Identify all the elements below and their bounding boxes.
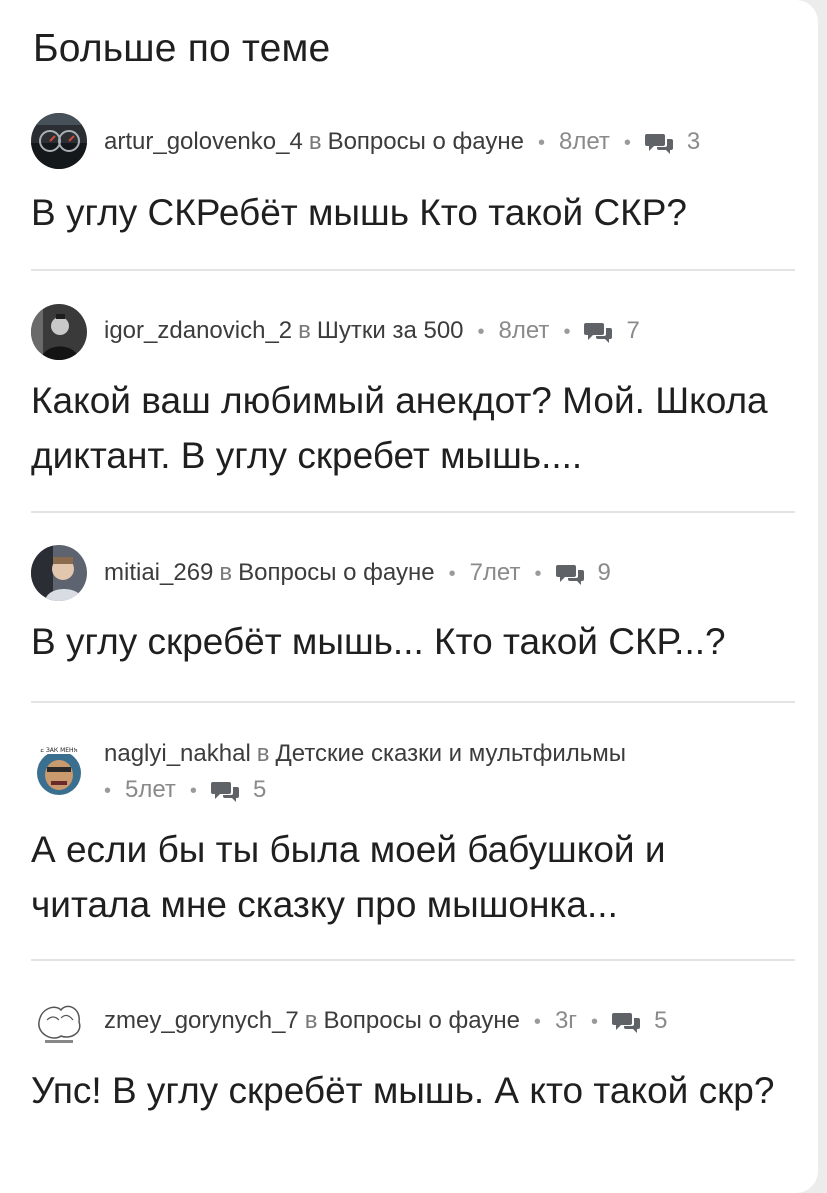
comments-icon	[210, 781, 239, 802]
comments-icon	[612, 1012, 641, 1033]
separator-dot: •	[533, 1011, 541, 1033]
username-link[interactable]: zmey_gorynych_7	[104, 1007, 299, 1034]
post-age: 8лет	[498, 317, 550, 344]
username-link[interactable]: naglyi_nakhal	[104, 740, 251, 767]
comments-icon	[584, 322, 613, 343]
topic-link[interactable]: Вопросы о фауне	[324, 1007, 520, 1034]
comments-icon	[555, 564, 584, 585]
comments-icon	[644, 133, 673, 154]
question-meta: zmey_gorynych_7 в Вопросы о фауне • 3г • 5	[104, 1003, 758, 1040]
question-title[interactable]: А если бы ты была моей бабушкой и читала…	[31, 822, 788, 932]
separator-dot: •	[448, 563, 456, 585]
separator-dot: •	[623, 132, 631, 154]
separator-dot: •	[534, 563, 542, 585]
topic-link[interactable]: Детские сказки и мультфильмы	[276, 740, 626, 767]
in-word: в	[298, 317, 311, 344]
divider	[31, 269, 795, 271]
in-word: в	[219, 559, 233, 586]
svg-text:E ЗАК МЕНЯ: E ЗАК МЕНЯ	[40, 747, 77, 754]
question-title[interactable]: В углу СКРебёт мышь Кто такой СКР?	[31, 185, 788, 240]
username-link[interactable]: artur_golovenko_4	[104, 128, 303, 155]
post-age: 3г	[554, 1007, 578, 1034]
in-word: в	[256, 740, 270, 767]
post-age: 8лет	[558, 128, 610, 155]
user-avatar[interactable]	[31, 113, 87, 169]
user-avatar[interactable]	[31, 545, 87, 601]
question-title[interactable]: Какой ваш любимый анекдот? Мой. Школа ди…	[31, 373, 788, 483]
separator-dot: •	[477, 321, 485, 343]
comment-count: 7	[626, 317, 640, 344]
user-avatar[interactable]: E ЗАК МЕНЯ	[31, 743, 87, 799]
section-title: Больше по теме	[33, 27, 331, 70]
question-title[interactable]: В углу скребёт мышь... Кто такой СКР...?	[31, 614, 788, 669]
in-word: в	[308, 128, 322, 155]
topic-link[interactable]: Вопросы о фауне	[238, 559, 434, 586]
comment-count: 3	[686, 128, 701, 155]
question-meta: artur_golovenko_4 в Вопросы о фауне • 8лет • 3	[104, 124, 758, 161]
divider	[31, 959, 795, 961]
in-word: в	[304, 1007, 318, 1034]
question-meta: mitiai_269 в Вопросы о фауне • 7лет • 9	[104, 555, 758, 592]
separator-dot: •	[537, 132, 545, 154]
question-meta: igor_zdanovich_2 в Шутки за 500 • 8лет • 7	[104, 313, 758, 350]
question-title[interactable]: Упс! В углу скребёт мышь. А кто такой ск…	[31, 1063, 788, 1118]
comment-count: 9	[597, 559, 611, 586]
username-link[interactable]: mitiai_269	[104, 559, 213, 586]
comment-count: 5	[654, 1007, 668, 1034]
post-age: 7лет	[469, 559, 521, 586]
separator-dot: •	[104, 780, 112, 802]
separator-dot: •	[563, 321, 571, 343]
related-topics-card: Больше по теме artur_golovenko_4 в Вопросы…	[0, 0, 818, 1193]
post-age: 5лет	[125, 776, 176, 803]
topic-link[interactable]: Шутки за 500	[317, 317, 464, 344]
username-link[interactable]: igor_zdanovich_2	[104, 317, 292, 344]
separator-dot: •	[189, 780, 197, 802]
divider	[31, 511, 795, 513]
question-meta: naglyi_nakhal в Детские сказки и мультфиль…	[104, 736, 758, 809]
separator-dot: •	[591, 1011, 599, 1033]
user-avatar[interactable]	[31, 304, 87, 360]
comment-count: 5	[252, 776, 267, 803]
topic-link[interactable]: Вопросы о фауне	[328, 128, 524, 155]
user-avatar[interactable]	[31, 994, 87, 1050]
divider	[31, 701, 795, 703]
